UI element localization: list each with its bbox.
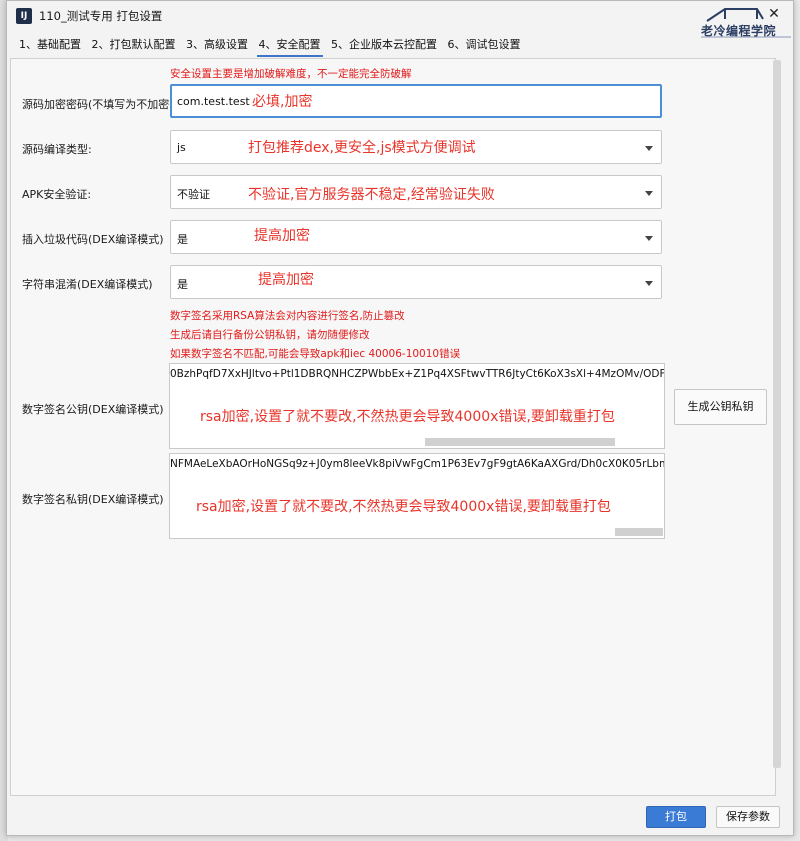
apk-verify-label: APK安全验证: [22, 188, 92, 201]
rsa-note-3: 如果数字签名不匹配,可能会导致apk和iec 40006-10010错误 [170, 348, 461, 360]
private-key-label: 数字签名私钥(DEX编译模式) [22, 493, 164, 506]
public-key-hscroll-thumb[interactable] [425, 438, 615, 446]
tab-basic-config[interactable]: 1、基础配置 [17, 34, 83, 55]
source-password-input[interactable]: com.test.test [170, 84, 662, 118]
tab-enterprise-cloud-config[interactable]: 5、企业版本云控配置 [329, 34, 439, 55]
private-key-value: NFMAeLeXbAOrHoNGSq9z+J0ym8leeVk8piVwFgCm… [170, 458, 665, 470]
tab-bar: 1、基础配置 2、打包默认配置 3、高级设置 4、安全配置 5、企业版本云控配置… [17, 34, 526, 57]
rsa-note-2: 生成后请自行备份公钥私钥，请勿随便修改 [170, 329, 370, 341]
chevron-down-icon [645, 281, 653, 286]
chevron-down-icon [645, 146, 653, 151]
apk-verify-annotation: 不验证,官方服务器不稳定,经常验证失败 [248, 187, 495, 203]
app-icon: IJ [16, 8, 32, 24]
tab-debug-pack-settings[interactable]: 6、调试包设置 [446, 34, 523, 55]
security-note: 安全设置主要是增加破解难度，不一定能完全防破解 [170, 68, 412, 80]
private-key-annotation: rsa加密,设置了就不要改,不然热更会导致4000x错误,要卸载重打包 [196, 499, 611, 515]
pack-button[interactable]: 打包 [646, 806, 706, 828]
string-obfuscation-select[interactable]: 是 [170, 265, 662, 299]
junk-code-value: 是 [177, 233, 188, 246]
junk-code-select[interactable]: 是 [170, 220, 662, 254]
apk-verify-value: 不验证 [177, 188, 210, 201]
tab-security-config[interactable]: 4、安全配置 [256, 34, 323, 57]
public-key-annotation: rsa加密,设置了就不要改,不然热更会导致4000x错误,要卸载重打包 [200, 409, 615, 425]
source-password-label: 源码加密密码(不填写为不加密): [22, 98, 178, 111]
private-key-hscroll-thumb[interactable] [615, 528, 663, 536]
junk-code-label: 插入垃圾代码(DEX编译模式) [22, 233, 164, 246]
public-key-label: 数字签名公钥(DEX编译模式) [22, 403, 164, 416]
save-params-button[interactable]: 保存参数 [716, 806, 780, 828]
window-title: 110_测试专用 打包设置 [39, 9, 163, 23]
vertical-scrollbar-thumb[interactable] [773, 60, 781, 768]
vertical-scrollbar[interactable] [772, 60, 782, 768]
tab-pack-default-config[interactable]: 2、打包默认配置 [90, 34, 178, 55]
close-button[interactable]: ✕ [763, 3, 785, 25]
rsa-note-1: 数字签名采用RSA算法会对内容进行签名,防止篡改 [170, 310, 405, 322]
chevron-down-icon [645, 236, 653, 241]
junk-code-annotation: 提高加密 [254, 228, 310, 244]
generate-keys-button[interactable]: 生成公钥私钥 [674, 389, 767, 425]
compile-type-label: 源码编译类型: [22, 143, 92, 156]
title-bar: IJ 110_测试专用 打包设置 老冷编程学院 ✕ [7, 1, 793, 38]
tab-advanced-settings[interactable]: 3、高级设置 [184, 34, 250, 55]
string-obfuscation-annotation: 提高加密 [258, 272, 314, 288]
source-password-value: com.test.test [177, 95, 250, 108]
compile-type-value: js [177, 141, 186, 154]
source-password-annotation: 必填,加密 [252, 94, 313, 110]
string-obfuscation-value: 是 [177, 278, 188, 291]
string-obfuscation-label: 字符串混淆(DEX编译模式) [22, 278, 153, 291]
chevron-down-icon [645, 191, 653, 196]
compile-type-annotation: 打包推荐dex,更安全,js模式方便调试 [248, 140, 476, 156]
public-key-value: 0BzhPqfD7XxHJltvo+Ptl1DBRQNHCZPWbbEx+Z1P… [170, 368, 665, 380]
